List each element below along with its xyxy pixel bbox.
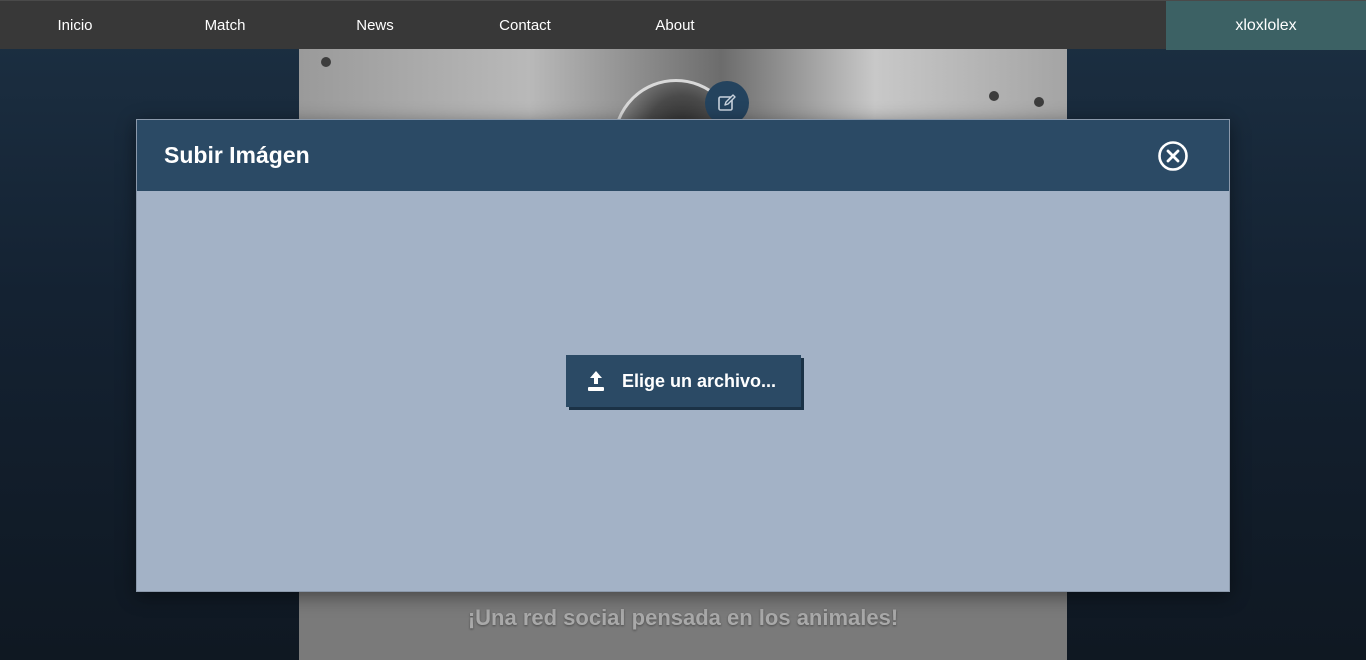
cover-photo-detail [989, 91, 999, 101]
choose-file-button-label: Elige un archivo... [622, 370, 777, 391]
upload-image-modal: Subir Imágen Elige un archivo... [136, 119, 1230, 592]
nav-item-news[interactable]: News [300, 1, 450, 50]
nav-item-about[interactable]: About [600, 1, 750, 50]
modal-title: Subir Imágen [164, 142, 310, 168]
cover-photo-detail [1034, 97, 1044, 107]
cover-photo-detail [321, 57, 331, 67]
nav-item-match[interactable]: Match [150, 1, 300, 50]
edit-icon [718, 94, 736, 111]
nav-item-inicio[interactable]: Inicio [0, 1, 150, 50]
modal-close-button[interactable] [1157, 140, 1189, 172]
choose-file-button[interactable]: Elige un archivo... [566, 355, 801, 407]
nav-item-contact[interactable]: Contact [450, 1, 600, 50]
user-menu-button[interactable]: xloxlolex [1166, 1, 1366, 50]
top-navbar: Inicio Match News Contact About xloxlole… [0, 0, 1366, 50]
upload-icon [588, 371, 604, 391]
close-circle-icon [1158, 141, 1188, 171]
profile-tagline: ¡Una red social pensada en los animales! [467, 605, 899, 630]
modal-header: Subir Imágen [137, 120, 1229, 191]
